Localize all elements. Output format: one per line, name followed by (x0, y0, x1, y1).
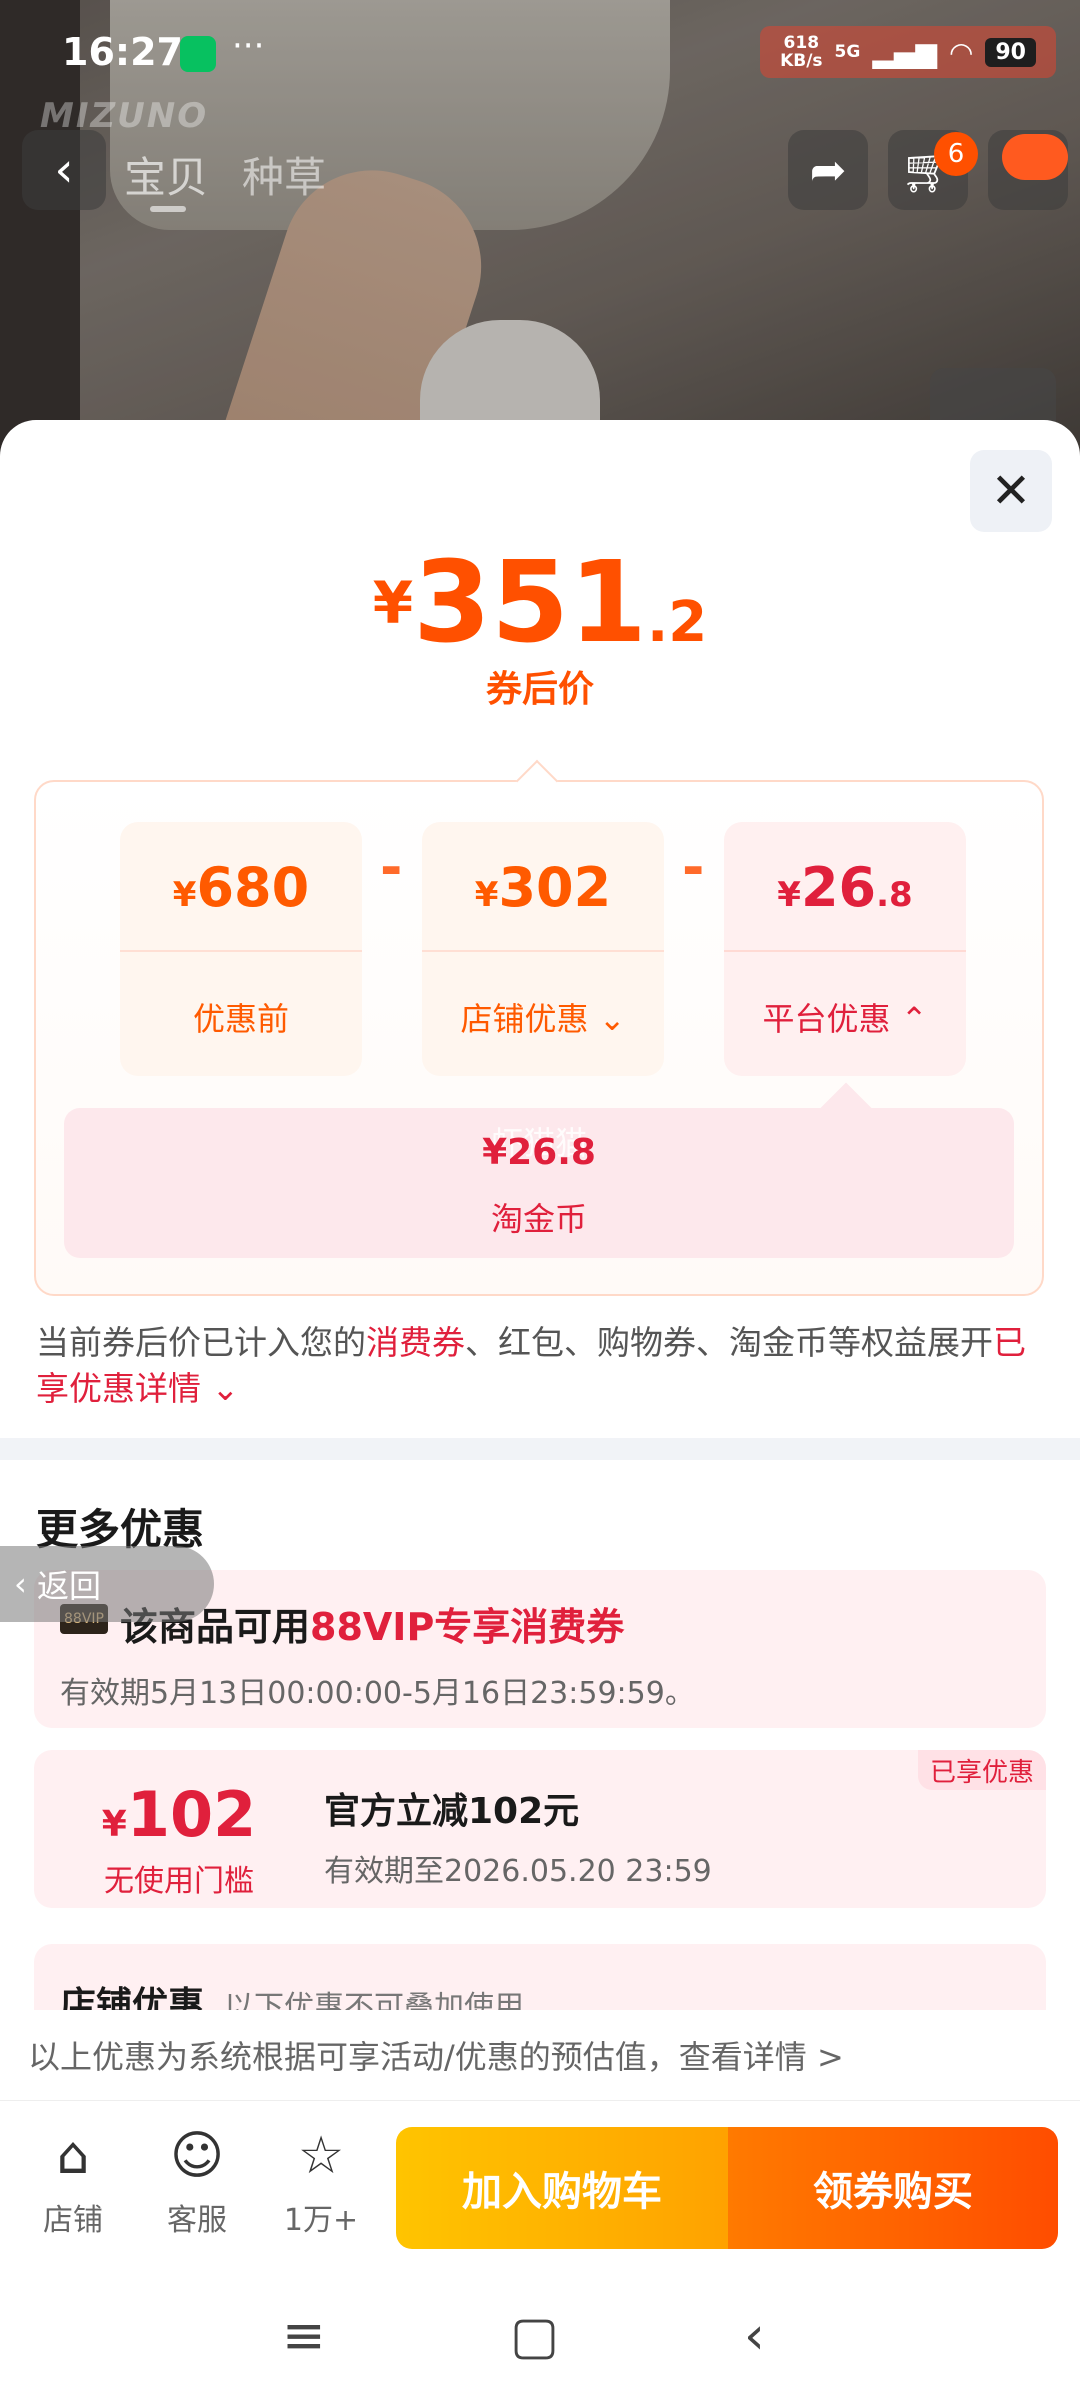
official-discount-amount: ¥102 (34, 1778, 324, 1851)
vip-coupon-validity: 有效期5月13日00:00:00-5月16日23:59:59。 (60, 1676, 695, 1711)
battery-icon: 90 (985, 37, 1036, 67)
net-speed: 618 KB/s (780, 34, 822, 70)
add-to-cart-button[interactable]: 加入购物车 (396, 2127, 728, 2249)
original-price-card: ¥680 优惠前 (120, 822, 362, 1076)
final-price-label: 券后价 (485, 669, 594, 710)
store-icon: ⌂ (56, 2126, 90, 2186)
customer-service-button[interactable]: ☺ 客服 (142, 2123, 252, 2239)
chevron-down-icon: ⌄ (598, 1000, 626, 1038)
platform-discount-label: 平台优惠 (762, 1000, 891, 1038)
status-right-group: 618 KB/s 5G ▂▄▆ ◠ 90 (760, 26, 1056, 78)
tab-item[interactable]: 宝贝 (124, 144, 208, 205)
home-icon[interactable]: ▢ (510, 2306, 559, 2366)
star-icon: ☆ (297, 2126, 345, 2186)
network-type: 5G (834, 42, 861, 62)
breakdown-notch (515, 759, 559, 803)
final-price-integer: 351 (413, 538, 647, 668)
shop-discount-card[interactable]: ¥302 店铺优惠 ⌄ (422, 822, 664, 1076)
note-text: 、红包、购物券、淘金币等权益展开 (465, 1323, 993, 1362)
original-price-amount: ¥680 (120, 856, 362, 919)
currency-symbol: ¥ (474, 875, 499, 915)
vip-coupon-title-highlight: 88VIP专享消费券 (310, 1605, 625, 1649)
official-discount-card[interactable]: ¥102 无使用门槛 官方立减102元 有效期至2026.05.20 23:59… (34, 1750, 1046, 1908)
back-button[interactable]: ‹ (22, 130, 106, 210)
cart-count-badge: 6 (934, 132, 978, 176)
return-button[interactable]: ‹ 返回 (0, 1546, 214, 1622)
share-button[interactable]: ➦ (788, 130, 868, 210)
card-divider (422, 950, 664, 952)
final-price: ¥351.2 (0, 538, 1080, 668)
minus-sign: - (380, 836, 403, 899)
consumption-coupon-link[interactable]: 消费券 (366, 1323, 465, 1362)
back-icon[interactable]: ‹ (744, 2306, 765, 2366)
return-label: 返回 (36, 1567, 101, 1605)
amount-integer: 26 (800, 856, 877, 919)
close-button[interactable]: ✕ (970, 450, 1052, 532)
top-nav: ‹ 宝贝 种草 ➦ 🛒︎ 6 (0, 130, 1080, 212)
nav-tabs: 宝贝 种草 (124, 144, 326, 205)
net-speed-value: 618 (783, 33, 820, 53)
tab-indicator (150, 206, 186, 212)
coupon-detail-sheet: ✕ ¥351.2 券后价 ¥680 优惠前 - ¥302 店铺优惠 ⌄ - ¥2… (0, 420, 1080, 2110)
shop-discount-amount: ¥302 (422, 856, 664, 919)
net-speed-unit: KB/s (780, 51, 823, 71)
platform-discount-card[interactable]: ¥26.8 平台优惠 ⌃ (724, 822, 966, 1076)
minus-sign: - (682, 836, 705, 899)
currency-symbol: ¥ (172, 875, 197, 915)
service-label: 客服 (167, 2203, 227, 2238)
amount-integer: 680 (196, 856, 310, 919)
original-price-label: 优惠前 (192, 1000, 289, 1038)
section-divider (0, 1438, 1080, 1460)
final-price-decimal: .2 (646, 590, 708, 655)
status-bar: 16:27 ··· 618 KB/s 5G ▂▄▆ ◠ 90 (0, 0, 1080, 100)
favorite-button[interactable]: ☆ 1万+ (266, 2123, 376, 2239)
taojinbi-detail: 虾猫猫 ¥26.8 淘金币 (64, 1108, 1014, 1258)
chevron-up-icon: ⌃ (900, 1000, 928, 1038)
favorite-count: 1万+ (283, 2203, 359, 2238)
shop-discount-label: 店铺优惠 (460, 1000, 589, 1038)
currency-symbol: ¥ (777, 875, 801, 915)
card-divider (120, 950, 362, 952)
official-discount-validity: 有效期至2026.05.20 23:59 (324, 1854, 712, 1889)
message-face-icon (1002, 134, 1068, 180)
tab-seeding[interactable]: 种草 (242, 144, 326, 205)
estimate-disclaimer-link[interactable]: 以上优惠为系统根据可享活动/优惠的预估值，查看详情 > (0, 2010, 1080, 2100)
wechat-notification-icon (180, 36, 216, 72)
store-label: 店铺 (43, 2203, 103, 2238)
discount-note: 当前券后价已计入您的消费券、红包、购物券、淘金币等权益展开已享优惠详情 ⌄ (36, 1320, 1046, 1412)
taojinbi-amount: ¥26.8 (482, 1132, 596, 1173)
amount-integer: 302 (498, 856, 612, 919)
buy-with-coupon-button[interactable]: 领券购买 (728, 2127, 1058, 2249)
card-divider (724, 950, 966, 952)
official-discount-title: 官方立减102元 (324, 1791, 580, 1832)
note-text: 当前券后价已计入您的 (36, 1323, 366, 1362)
final-price-currency: ¥ (372, 569, 414, 637)
official-discount-condition: 无使用门槛 (104, 1864, 254, 1899)
share-icon: ➦ (809, 144, 847, 196)
amount-integer: 102 (126, 1778, 257, 1851)
system-nav-bar: ≡ ▢ ‹ (0, 2270, 1080, 2400)
applied-badge: 已享优惠 (917, 1750, 1046, 1790)
shop-discount-label-row: 店铺优惠 ⌄ (422, 994, 664, 1040)
signal-icon: ▂▄▆ (872, 35, 937, 69)
platform-discount-amount: ¥26.8 (724, 856, 966, 919)
store-button[interactable]: ⌂ 店铺 (18, 2123, 128, 2239)
currency-symbol: ¥ (101, 1804, 127, 1845)
service-face-icon: ☺ (169, 2126, 225, 2186)
amount-decimal: .8 (876, 875, 913, 915)
status-time: 16:27 (62, 30, 183, 74)
price-breakdown: ¥680 优惠前 - ¥302 店铺优惠 ⌄ - ¥26.8 平台优惠 ⌃ 虾猫… (34, 759, 1044, 1296)
bottom-action-bar: ⌂ 店铺 ☺ 客服 ☆ 1万+ 加入购物车 领券购买 (0, 2100, 1080, 2270)
chevron-down-icon[interactable]: ⌄ (201, 1369, 239, 1408)
chevron-left-icon: ‹ (54, 142, 74, 198)
platform-discount-label-row: 平台优惠 ⌃ (724, 994, 966, 1040)
menu-icon[interactable]: ≡ (282, 2306, 326, 2366)
close-icon: ✕ (990, 463, 1032, 519)
status-more-dots: ··· (232, 26, 265, 66)
wifi-icon: ◠ (948, 35, 974, 69)
chevron-left-icon: ‹ (14, 1565, 37, 1603)
taojinbi-label: 淘金币 (490, 1200, 587, 1238)
